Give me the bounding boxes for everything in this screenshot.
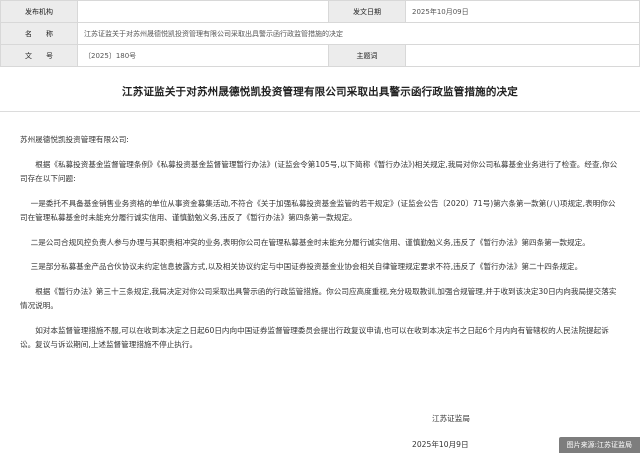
issue-date-value: 2025年10月09日 <box>405 0 640 23</box>
signature-date: 2025年10月9日 <box>412 440 469 449</box>
paragraph-appeal: 如对本监督管理措施不服,可以在收到本决定之日起60日内向中国证券监督管理委员会提… <box>20 325 609 350</box>
document-meta-table: 发布机构 发文日期 2025年10月09日 名 称 江苏证监关于对苏州晟德悦凯投… <box>0 0 640 67</box>
name-value: 江苏证监关于对苏州晟德悦凯投资管理有限公司采取出具警示函行政监管措施的决定 <box>77 22 640 45</box>
name-label: 名 称 <box>0 22 78 45</box>
paragraph-issue-1: 一是委托不具备基金销售业务资格的单位从事资金募集活动,不符合《关于加强私募投资基… <box>20 198 616 223</box>
document-body: 苏州晟德悦凯投资管理有限公司: 根据《私募投资基金监督管理条例》《私募投资基金监… <box>20 133 620 363</box>
title-divider <box>0 111 640 112</box>
paragraph-issue-3: 三是部分私募基金产品合伙协议未约定信息披露方式,以及相关协议约定与中国证券投资基… <box>30 262 583 271</box>
keywords-label: 主题词 <box>328 44 406 67</box>
doc-number-value: 〔2025〕180号 <box>77 44 329 67</box>
meta-row-name: 名 称 江苏证监关于对苏州晟德悦凯投资管理有限公司采取出具警示函行政监管措施的决… <box>0 22 640 45</box>
doc-number-label: 文 号 <box>0 44 78 67</box>
keywords-value <box>405 44 640 67</box>
paragraph-issue-2: 二是公司合规风控负责人参与办理与其职责相冲突的业务,表明你公司在管理私募基金时未… <box>30 237 590 247</box>
signature: 江苏证监局 <box>432 414 470 423</box>
meta-row-doc-number: 文 号 〔2025〕180号 主题词 <box>0 44 640 67</box>
addressee: 苏州晟德悦凯投资管理有限公司: <box>20 135 129 144</box>
document-title: 江苏证监关于对苏州晟德悦凯投资管理有限公司采取出具警示函行政监管措施的决定 <box>122 86 518 98</box>
publisher-value <box>77 0 329 23</box>
image-source-badge: 图片来源:江苏证监局 <box>558 437 640 453</box>
paragraph-intro: 根据《私募投资基金监督管理条例》《私募投资基金监督管理暂行办法》(证监会令第10… <box>20 159 618 184</box>
paragraph-decision: 根据《暂行办法》第三十三条规定,我局决定对你公司采取出具警示函的行政监管措施。你… <box>20 286 617 311</box>
publisher-label: 发布机构 <box>0 0 78 23</box>
issue-date-label: 发文日期 <box>328 0 406 23</box>
meta-row-publisher: 发布机构 发文日期 2025年10月09日 <box>0 0 640 23</box>
